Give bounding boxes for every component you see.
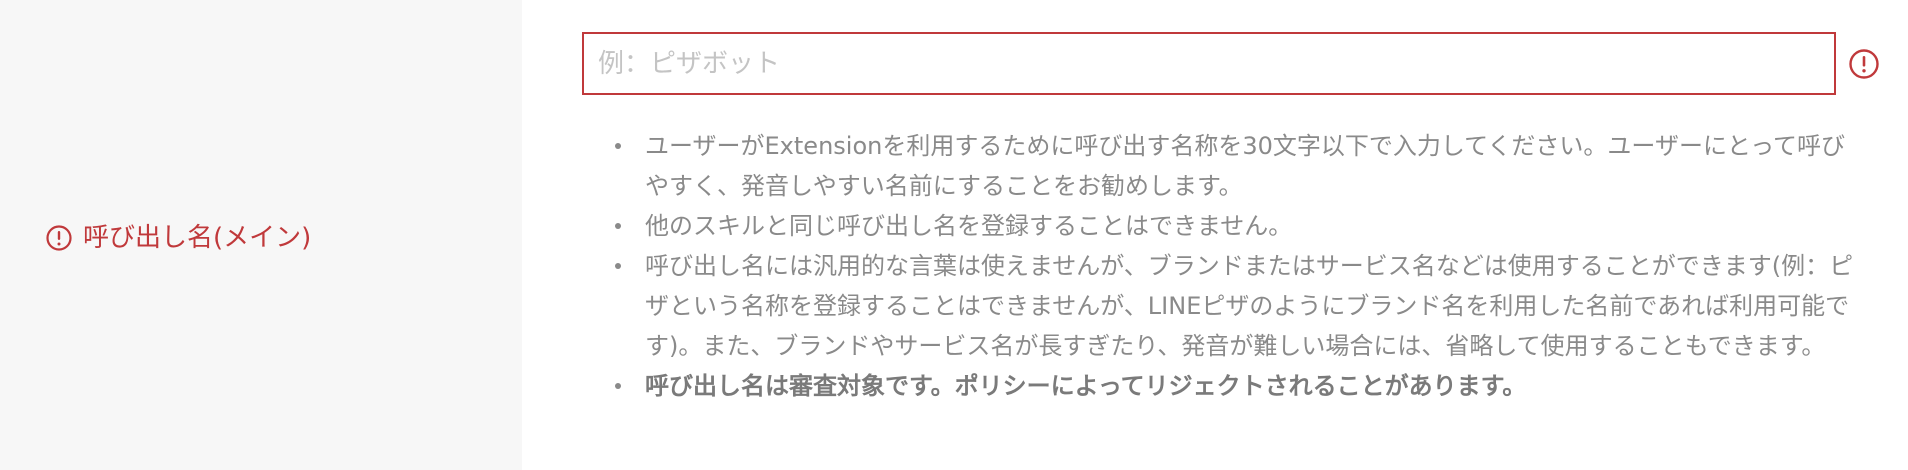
list-item: 他のスキルと同じ呼び出し名を登録することはできません。 [615, 206, 1855, 246]
form-row: 呼び出し名(メイン) ユーザーがExtensionを利用するために呼び出す名称を… [0, 0, 1908, 470]
field-label-text: 呼び出し名(メイン) [83, 223, 312, 253]
label-column: 呼び出し名(メイン) [0, 0, 522, 470]
list-item: 呼び出し名は審査対象です。ポリシーによってリジェクトされることがあります。 [615, 366, 1855, 406]
bullet [615, 143, 621, 149]
list-item: 呼び出し名には汎用的な言葉は使えませんが、ブランドまたはサービス名などは使用する… [615, 246, 1855, 366]
invocation-name-input[interactable] [582, 32, 1836, 95]
field-label: 呼び出し名(メイン) [45, 222, 311, 254]
note-text: 呼び出し名には汎用的な言葉は使えませんが、ブランドまたはサービス名などは使用する… [645, 252, 1854, 360]
input-wrapper [582, 32, 1836, 95]
help-notes-list: ユーザーがExtensionを利用するために呼び出す名称を30文字以下で入力して… [615, 126, 1855, 406]
note-text: 呼び出し名は審査対象です。ポリシーによってリジェクトされることがあります。 [645, 372, 1527, 400]
list-item: ユーザーがExtensionを利用するために呼び出す名称を30文字以下で入力して… [615, 126, 1855, 206]
note-text: ユーザーがExtensionを利用するために呼び出す名称を30文字以下で入力して… [645, 132, 1846, 200]
bullet [615, 383, 621, 389]
exclamation-circle-icon [1848, 48, 1880, 80]
content-column: ユーザーがExtensionを利用するために呼び出す名称を30文字以下で入力して… [522, 0, 1908, 470]
bullet [615, 263, 621, 269]
note-text: 他のスキルと同じ呼び出し名を登録することはできません。 [645, 212, 1293, 240]
bullet [615, 223, 621, 229]
exclamation-circle-icon [45, 224, 73, 252]
